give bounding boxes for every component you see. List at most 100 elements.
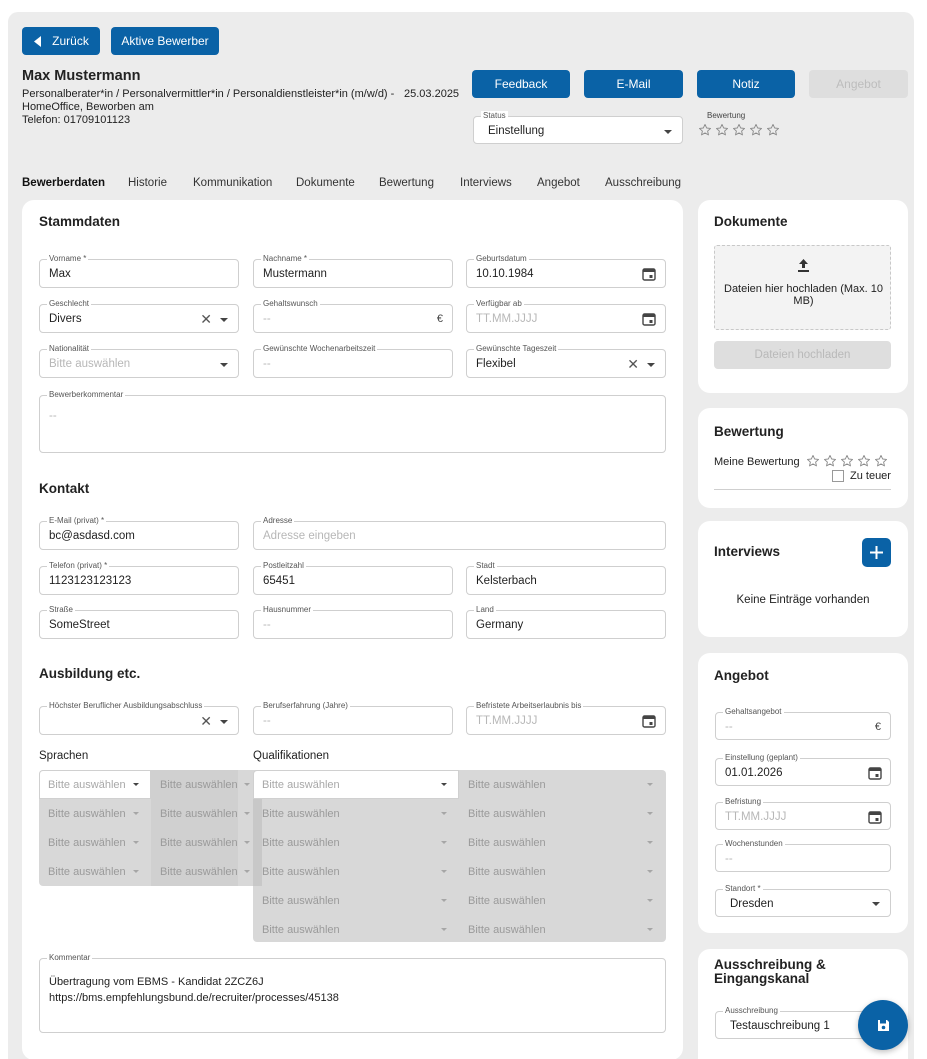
tab-historie[interactable]: Historie (128, 177, 167, 189)
first-name-field[interactable]: Vorname * Max (39, 254, 239, 288)
clear-icon[interactable]: ✕ (627, 357, 639, 371)
tab-bewertung[interactable]: Bewertung (379, 177, 434, 189)
select-cell[interactable]: Bitte auswählen (151, 799, 238, 827)
clear-icon[interactable]: ✕ (200, 312, 212, 326)
clear-icon[interactable]: ✕ (200, 714, 212, 728)
location-select[interactable]: Standort * Dresden (715, 884, 891, 917)
email-field[interactable]: E-Mail (privat) * bc@asdasd.com (39, 516, 239, 550)
feedback-button[interactable]: Feedback (472, 70, 570, 98)
select-cell[interactable]: Bitte auswählen (253, 828, 459, 856)
back-button[interactable]: Zurück (22, 27, 100, 55)
select-cell[interactable]: Bitte auswählen (151, 770, 238, 798)
chevron-down-icon (220, 363, 228, 367)
header-rating-stars[interactable] (698, 122, 788, 138)
address-field[interactable]: Adresse Adresse eingeben (253, 516, 666, 550)
upload-icon (798, 259, 809, 272)
file-dropzone[interactable]: Dateien hier hochladen (Max. 10 MB) (714, 245, 891, 330)
tab-interviews[interactable]: Interviews (460, 177, 512, 189)
weekly-hours-field[interactable]: Wochenstunden -- (715, 839, 891, 872)
daytime-wish-select[interactable]: Gewünschte Tageszeit Flexibel ✕ (466, 344, 666, 378)
salary-wish-field[interactable]: Gehaltswunsch -- € (253, 299, 453, 333)
calendar-icon[interactable] (868, 810, 882, 824)
tab-kommunikation[interactable]: Kommunikation (193, 177, 272, 189)
chevron-down-icon (244, 783, 250, 786)
tab-ausschreibung[interactable]: Ausschreibung (605, 177, 681, 189)
note-button[interactable]: Notiz (697, 70, 795, 98)
star-icon[interactable] (732, 123, 746, 137)
select-cell[interactable]: Bitte auswählen (459, 799, 666, 827)
email-button[interactable]: E-Mail (584, 70, 683, 98)
house-number-field[interactable]: Hausnummer -- (253, 605, 453, 639)
education-degree-select[interactable]: Höchster Beruflicher Ausbildungsabschlus… (39, 701, 239, 735)
city-field[interactable]: Stadt Kelsterbach (466, 561, 666, 595)
select-cell[interactable]: Bitte auswählen (459, 886, 666, 914)
posting-title: Ausschreibung & Eingangskanal (714, 957, 826, 986)
salary-offer-field[interactable]: Gehaltsangebot -- € (715, 707, 891, 740)
save-button[interactable] (858, 1000, 908, 1050)
star-icon[interactable] (806, 454, 820, 468)
section-title-ausbildung: Ausbildung etc. (39, 666, 141, 681)
chevron-down-icon (647, 363, 655, 367)
phone-field[interactable]: Telefon (privat) * 1123123123123 (39, 561, 239, 595)
street-field[interactable]: Straße SomeStreet (39, 605, 239, 639)
rating-title: Bewertung (714, 424, 784, 439)
plus-icon (870, 546, 883, 559)
comment-field[interactable]: Kommentar Übertragung vom EBMS - Kandida… (39, 953, 666, 1033)
add-interview-button[interactable] (862, 538, 891, 567)
select-cell[interactable]: Bitte auswählen (253, 857, 459, 885)
last-name-field[interactable]: Nachname * Mustermann (253, 254, 453, 288)
select-cell[interactable]: Bitte auswählen (459, 770, 666, 798)
select-cell[interactable]: Bitte auswählen (459, 915, 666, 942)
weekly-hours-wish-field[interactable]: Gewünschte Wochenarbeitszeit -- (253, 344, 453, 378)
planned-start-field[interactable]: Einstellung (geplant) 01.01.2026 (715, 753, 891, 786)
select-cell[interactable]: Bitte auswählen (253, 799, 459, 827)
languages-label: Sprachen (39, 750, 89, 762)
tab-angebot[interactable]: Angebot (537, 177, 580, 189)
select-cell[interactable]: Bitte auswählen (151, 857, 238, 885)
tab-dokumente[interactable]: Dokumente (296, 177, 355, 189)
calendar-icon[interactable] (868, 766, 882, 780)
interviews-card: Interviews Keine Einträge vorhanden (698, 521, 908, 637)
calendar-icon[interactable] (642, 714, 656, 728)
postal-code-field[interactable]: Postleitzahl 65451 (253, 561, 453, 595)
star-icon[interactable] (874, 454, 888, 468)
work-experience-field[interactable]: Berufserfahrung (Jahre) -- (253, 701, 453, 735)
applicant-comment-field[interactable]: Bewerberkommentar -- (39, 390, 666, 453)
tab-bewerberdaten[interactable]: Bewerberdaten (22, 177, 105, 189)
star-icon[interactable] (857, 454, 871, 468)
available-from-field[interactable]: Verfügbar ab TT.MM.JJJJ (466, 299, 666, 333)
qualifications-grid: Bitte auswählen Bitte auswählen Bitte ausw… (253, 770, 666, 942)
gender-select[interactable]: Geschlecht Divers ✕ (39, 299, 239, 333)
star-icon[interactable] (698, 123, 712, 137)
select-cell[interactable]: Bitte auswählen (151, 828, 238, 856)
select-cell[interactable]: Bitte auswählen (253, 886, 459, 914)
calendar-icon[interactable] (642, 312, 656, 326)
star-icon[interactable] (715, 123, 729, 137)
chevron-left-icon (34, 35, 42, 47)
offer-button[interactable]: Angebot (809, 70, 908, 98)
active-applicants-button[interactable]: Aktive Bewerber (111, 27, 219, 55)
limitation-field[interactable]: Befristung TT.MM.JJJJ (715, 797, 891, 830)
nationality-select[interactable]: Nationalität Bitte auswählen (39, 344, 239, 378)
star-icon[interactable] (840, 454, 854, 468)
work-permit-until-field[interactable]: Befristete Arbeitserlaubnis bis TT.MM.JJ… (466, 701, 666, 735)
select-cell[interactable]: Bitte auswählen (459, 857, 666, 885)
birthdate-field[interactable]: Geburtsdatum 10.10.1984 (466, 254, 666, 288)
my-rating-stars[interactable] (806, 453, 892, 469)
star-icon[interactable] (749, 123, 763, 137)
star-icon[interactable] (823, 454, 837, 468)
chevron-down-icon (441, 783, 447, 786)
country-field[interactable]: Land Germany (466, 605, 666, 639)
documents-card: Dokumente Dateien hier hochladen (Max. 1… (698, 200, 908, 393)
calendar-icon[interactable] (642, 267, 656, 281)
select-cell[interactable]: Bitte auswählen (253, 770, 459, 798)
select-cell[interactable]: Bitte auswählen (459, 828, 666, 856)
upload-files-button[interactable]: Dateien hochladen (714, 341, 891, 369)
status-select[interactable]: Status Einstellung (473, 111, 683, 144)
candidate-phone: Telefon: 01709101123 (22, 114, 131, 126)
too-expensive-checkbox[interactable] (832, 470, 844, 482)
offer-title: Angebot (714, 668, 769, 683)
chevron-down-icon (441, 899, 447, 902)
star-icon[interactable] (766, 123, 780, 137)
select-cell[interactable]: Bitte auswählen (253, 915, 459, 942)
